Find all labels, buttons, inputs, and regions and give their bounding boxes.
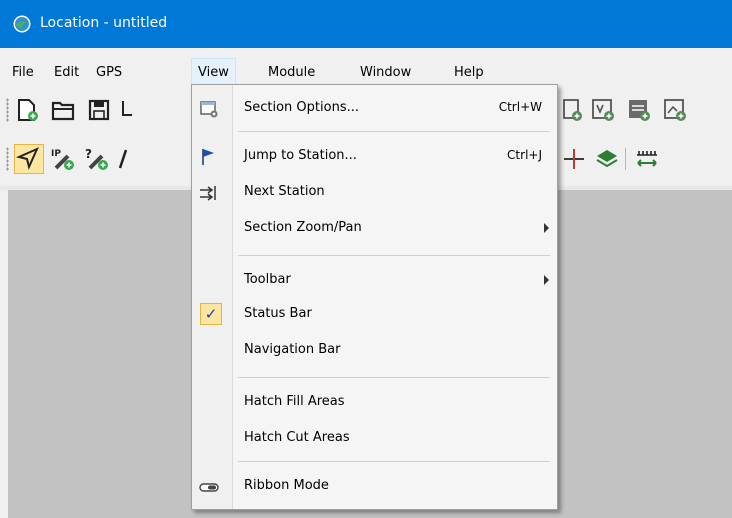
submenu-arrow-icon	[544, 223, 549, 233]
add-vertical-icon[interactable]	[590, 97, 616, 123]
menu-item-label: Ribbon Mode	[244, 478, 329, 493]
menu-item-shortcut: Ctrl+J	[507, 148, 542, 162]
menu-item-label: Toolbar	[244, 272, 291, 287]
menu-item-label: Section Zoom/Pan	[244, 220, 362, 235]
menu-help[interactable]: Help	[448, 60, 490, 85]
app-logo-icon	[13, 15, 31, 33]
menu-item-navigation-bar[interactable]: Navigation Bar	[192, 335, 557, 367]
svg-text:?: ?	[85, 147, 92, 161]
menu-item-label: Section Options...	[244, 100, 359, 115]
menu-module[interactable]: Module	[262, 60, 321, 85]
select-arrow-icon[interactable]	[14, 144, 44, 174]
section-options-icon	[200, 101, 218, 118]
checkmark-icon: ✓	[200, 303, 222, 325]
svg-text:IP: IP	[51, 149, 61, 159]
menu-view[interactable]: View	[191, 58, 236, 86]
menu-item-label: Next Station	[244, 184, 325, 199]
draw-line-icon[interactable]	[116, 146, 130, 172]
toolbar-grip[interactable]	[6, 147, 9, 171]
open-folder-icon[interactable]	[50, 97, 76, 123]
menu-item-label: Hatch Fill Areas	[244, 394, 345, 409]
menu-bar: File Edit GPS View Module Window Help	[0, 58, 732, 86]
menu-item-label: Jump to Station...	[244, 148, 357, 163]
add-profile-icon[interactable]	[662, 97, 688, 123]
layers-icon[interactable]	[594, 146, 620, 172]
add-view-icon[interactable]	[562, 97, 588, 123]
insert-unknown-icon[interactable]: ?	[84, 146, 110, 172]
toolbar-separator	[625, 148, 626, 170]
menu-window[interactable]: Window	[354, 60, 417, 85]
menu-file[interactable]: File	[6, 60, 40, 85]
flag-icon	[202, 149, 214, 165]
window-title: Location - untitled	[40, 15, 168, 31]
menu-item-toolbar[interactable]: Toolbar	[192, 265, 557, 297]
menu-item-ribbon-mode[interactable]: Ribbon Mode	[192, 471, 557, 503]
print-icon[interactable]	[118, 97, 132, 123]
menu-item-jump-to-station[interactable]: Jump to Station... Ctrl+J	[192, 141, 557, 173]
menu-separator	[238, 255, 550, 256]
cross-section-icon[interactable]	[562, 146, 588, 172]
insert-ip-icon[interactable]: IP	[50, 146, 76, 172]
station-ruler-icon[interactable]	[634, 146, 660, 172]
menu-item-label: Status Bar	[244, 306, 312, 321]
submenu-arrow-icon	[544, 275, 549, 285]
menu-edit[interactable]: Edit	[48, 60, 85, 85]
menu-item-next-station[interactable]: Next Station	[192, 177, 557, 209]
menu-item-hatch-cut-areas[interactable]: Hatch Cut Areas	[192, 423, 557, 455]
menu-item-status-bar[interactable]: ✓ Status Bar	[192, 299, 557, 331]
menu-separator	[238, 461, 550, 462]
new-file-icon[interactable]	[14, 97, 40, 123]
menu-item-shortcut: Ctrl+W	[498, 100, 542, 114]
menu-item-section-options[interactable]: Section Options... Ctrl+W	[192, 93, 557, 125]
ribbon-toggle-icon	[199, 483, 219, 492]
next-station-icon	[200, 186, 216, 201]
menu-item-section-zoom-pan[interactable]: Section Zoom/Pan	[192, 213, 557, 245]
menu-separator	[238, 377, 550, 378]
menu-separator	[238, 131, 550, 132]
save-icon[interactable]	[86, 97, 112, 123]
view-menu-dropdown: Section Options... Ctrl+W Jump to Statio…	[191, 84, 558, 510]
menu-gps[interactable]: GPS	[90, 60, 128, 85]
toolbar-grip[interactable]	[6, 98, 9, 122]
menu-item-label: Hatch Cut Areas	[244, 430, 350, 445]
add-section-icon[interactable]	[626, 97, 652, 123]
menu-item-hatch-fill-areas[interactable]: Hatch Fill Areas	[192, 387, 557, 419]
menu-item-label: Navigation Bar	[244, 342, 341, 357]
title-bar: Location - untitled	[0, 0, 732, 48]
